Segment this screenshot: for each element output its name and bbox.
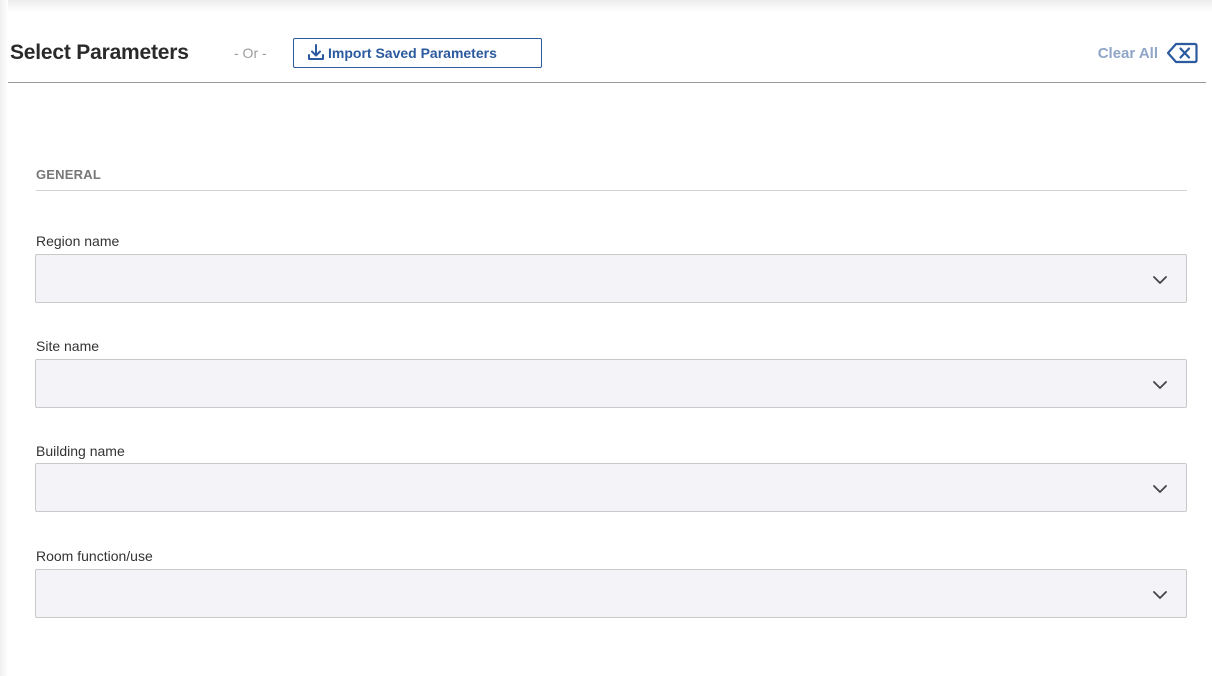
region-name-label: Region name: [36, 233, 120, 249]
top-shadow: [0, 0, 1212, 12]
room-function-label: Room function/use: [36, 548, 153, 564]
chevron-down-icon: [1153, 591, 1167, 599]
site-name-select[interactable]: [35, 359, 1187, 408]
left-shadow: [0, 0, 8, 676]
chevron-down-icon: [1153, 485, 1167, 493]
import-saved-parameters-button[interactable]: Import Saved Parameters: [293, 38, 542, 68]
chevron-down-icon: [1153, 276, 1167, 284]
clear-all-button[interactable]: Clear All: [1098, 42, 1198, 64]
backspace-clear-icon: [1166, 42, 1198, 64]
room-function-select[interactable]: [35, 569, 1187, 618]
clear-all-label: Clear All: [1097, 44, 1158, 62]
or-separator: - Or -: [234, 45, 267, 61]
building-name-select[interactable]: [35, 463, 1187, 512]
section-divider: [36, 190, 1187, 191]
site-name-label: Site name: [36, 338, 100, 354]
chevron-down-icon: [1153, 381, 1167, 389]
import-button-label: Import Saved Parameters: [328, 45, 497, 61]
building-name-label: Building name: [36, 443, 125, 459]
parameters-panel: Select Parameters - Or - Import Saved Pa…: [0, 0, 1212, 676]
page-title: Select Parameters: [10, 41, 189, 64]
download-icon: [308, 44, 324, 60]
section-title-general: GENERAL: [36, 167, 101, 182]
panel-header: Select Parameters - Or - Import Saved Pa…: [8, 24, 1206, 83]
region-name-select[interactable]: [35, 254, 1187, 303]
